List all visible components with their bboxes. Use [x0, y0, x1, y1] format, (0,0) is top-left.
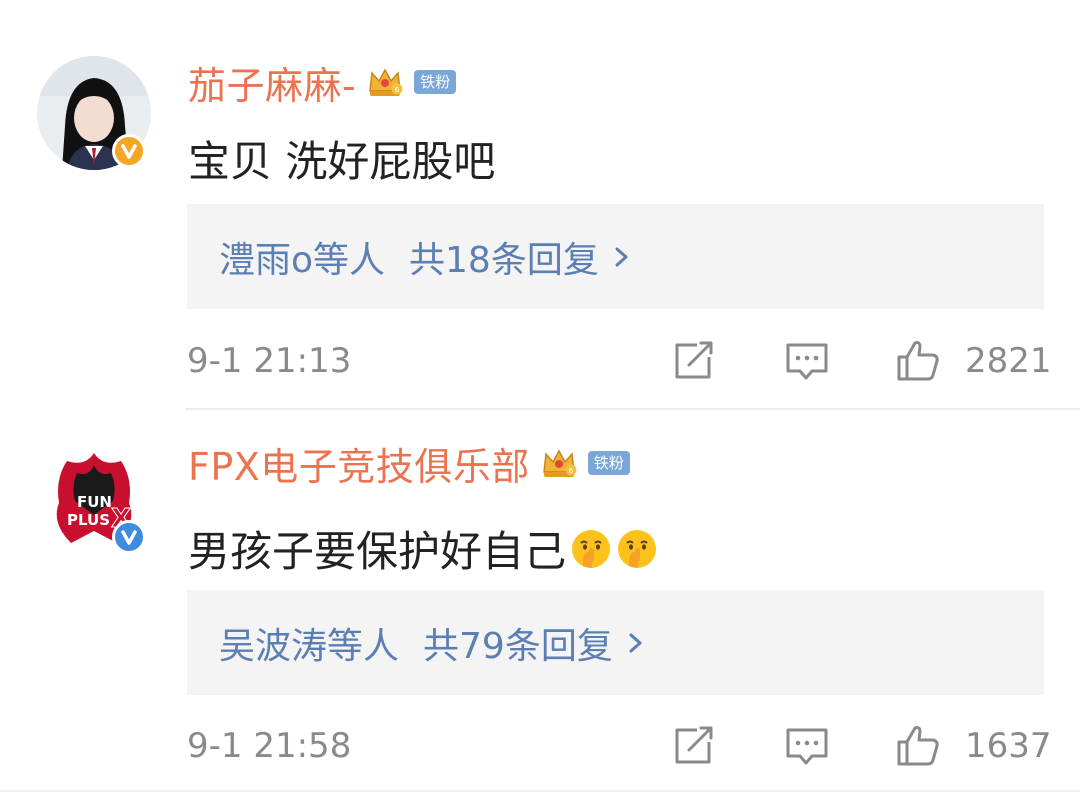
username[interactable]: FPX电子竞技俱乐部: [188, 436, 530, 491]
timestamp: 9-1 21:58: [187, 726, 352, 766]
svg-text:6: 6: [395, 86, 400, 94]
comment-text-content: 宝贝 洗好屁股吧: [188, 137, 496, 186]
timestamp: 9-1 21:13: [187, 341, 352, 381]
comment-text: 宝贝 洗好屁股吧: [188, 128, 495, 189]
svg-text:6: 6: [569, 467, 574, 475]
divider: [0, 790, 1080, 792]
comment-icon[interactable]: [784, 337, 830, 383]
reply-count[interactable]: 共79条回复: [423, 617, 613, 669]
verified-badge: [112, 134, 146, 168]
thumbs-up-icon[interactable]: [895, 722, 941, 768]
comment-icon[interactable]: [784, 722, 830, 768]
verified-v-icon: [121, 530, 137, 545]
svg-text:PLUS: PLUS: [67, 511, 110, 529]
thumbs-up-icon[interactable]: [895, 337, 941, 383]
comment-meta: 9-1 21:58 1637: [187, 722, 1052, 772]
reply-users[interactable]: 吴波涛等人: [219, 617, 399, 669]
verified-badge: [112, 520, 146, 554]
reply-users[interactable]: 澧雨o等人: [219, 231, 385, 283]
comment-item: FUN PLUS X FPX电子竞技俱乐部 6 铁粉 男孩子要保护好自己 吴波涛…: [0, 410, 1080, 797]
comment-text-content: 男孩子要保护好自己: [188, 527, 567, 576]
svg-text:FUN: FUN: [77, 493, 112, 511]
reply-count[interactable]: 共18条回复: [409, 231, 599, 283]
like-count: 1637: [965, 726, 1052, 766]
username[interactable]: 茄子麻麻-: [188, 55, 356, 110]
reply-preview[interactable]: 吴波涛等人 共79条回复: [187, 590, 1044, 695]
comment-meta: 9-1 21:13 2821: [187, 337, 1052, 387]
user-row: FPX电子竞技俱乐部 6 铁粉: [188, 436, 630, 491]
user-row: 茄子麻麻- 6 铁粉: [188, 55, 457, 110]
comment-text: 男孩子要保护好自己: [188, 518, 658, 579]
verified-v-icon: [121, 144, 137, 159]
fan-badge: 铁粉: [414, 70, 457, 94]
like-count: 2821: [965, 341, 1052, 381]
chevron-right-icon: [625, 628, 647, 658]
comment-item: 茄子麻麻- 6 铁粉 宝贝 洗好屁股吧 澧雨o等人 共18条回复 9-1 21:…: [0, 0, 1080, 408]
share-icon[interactable]: [671, 337, 717, 383]
share-icon[interactable]: [671, 722, 717, 768]
crown-icon: 6: [540, 446, 578, 480]
crown-icon: 6: [366, 65, 404, 99]
chevron-right-icon: [611, 242, 633, 272]
shushing-face-emoji-icon: [570, 528, 612, 570]
shushing-face-emoji-icon: [616, 528, 658, 570]
fan-badge: 铁粉: [587, 451, 630, 475]
reply-preview[interactable]: 澧雨o等人 共18条回复: [187, 204, 1044, 309]
